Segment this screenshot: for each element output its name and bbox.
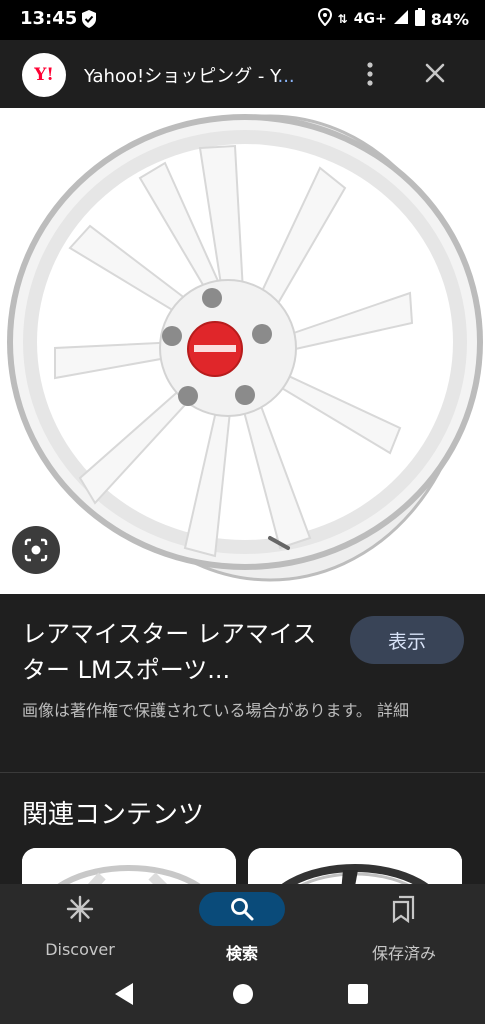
- related-heading: 関連コンテンツ: [22, 800, 205, 830]
- tab-title-text: Yahoo!ショッピング - Y: [84, 66, 278, 87]
- search-icon: [199, 892, 285, 926]
- bottom-nav: Discover 検索 保存済み: [0, 884, 485, 964]
- back-icon[interactable]: [112, 981, 136, 1007]
- nav-saved[interactable]: 保存済み: [324, 884, 484, 964]
- network-type: 4G+: [353, 11, 387, 27]
- image-info: レアマイスター レアマイスター LMスポーツ... 表示 画像は著作権で保護され…: [0, 594, 485, 774]
- favicon-text: Y!: [34, 65, 54, 85]
- tab-title-ellipsis: ...: [277, 66, 295, 87]
- location-icon: [317, 7, 332, 30]
- home-icon[interactable]: [231, 982, 255, 1006]
- system-nav: [0, 964, 485, 1024]
- more-vert-icon[interactable]: [358, 58, 382, 90]
- nav-label: 保存済み: [371, 944, 436, 963]
- data-arrows-icon: ⇅: [337, 12, 348, 26]
- product-image[interactable]: [0, 108, 485, 594]
- image-title[interactable]: レアマイスター レアマイスター LMスポーツ...: [22, 616, 332, 688]
- recents-icon[interactable]: [347, 983, 369, 1005]
- nav-label: Discover: [45, 940, 115, 959]
- shield-icon: [80, 9, 98, 33]
- lens-icon[interactable]: [12, 526, 60, 574]
- status-bar: 13:45 ⇅ 4G+ 84%: [0, 0, 485, 40]
- copyright-notice[interactable]: 画像は著作権で保護されている場合があります。 詳細: [22, 698, 462, 724]
- signal-icon: [393, 9, 409, 29]
- show-button[interactable]: 表示: [350, 616, 464, 664]
- site-favicon: Y!: [22, 53, 66, 97]
- status-time: 13:45: [20, 8, 78, 29]
- nav-discover[interactable]: Discover: [0, 884, 160, 964]
- wheel-image: [7, 114, 483, 582]
- battery-level: 84%: [430, 9, 469, 29]
- close-icon[interactable]: [420, 58, 450, 88]
- discover-icon: [48, 892, 112, 926]
- divider: [0, 772, 485, 773]
- nav-label: 検索: [225, 944, 258, 963]
- bookmarks-icon: [372, 892, 436, 926]
- battery-icon: [414, 8, 425, 30]
- nav-search[interactable]: 検索: [162, 884, 322, 964]
- browser-bar: Y! Yahoo!ショッピング - Y...: [0, 40, 485, 108]
- tab-title[interactable]: Yahoo!ショッピング - Y...: [84, 62, 334, 88]
